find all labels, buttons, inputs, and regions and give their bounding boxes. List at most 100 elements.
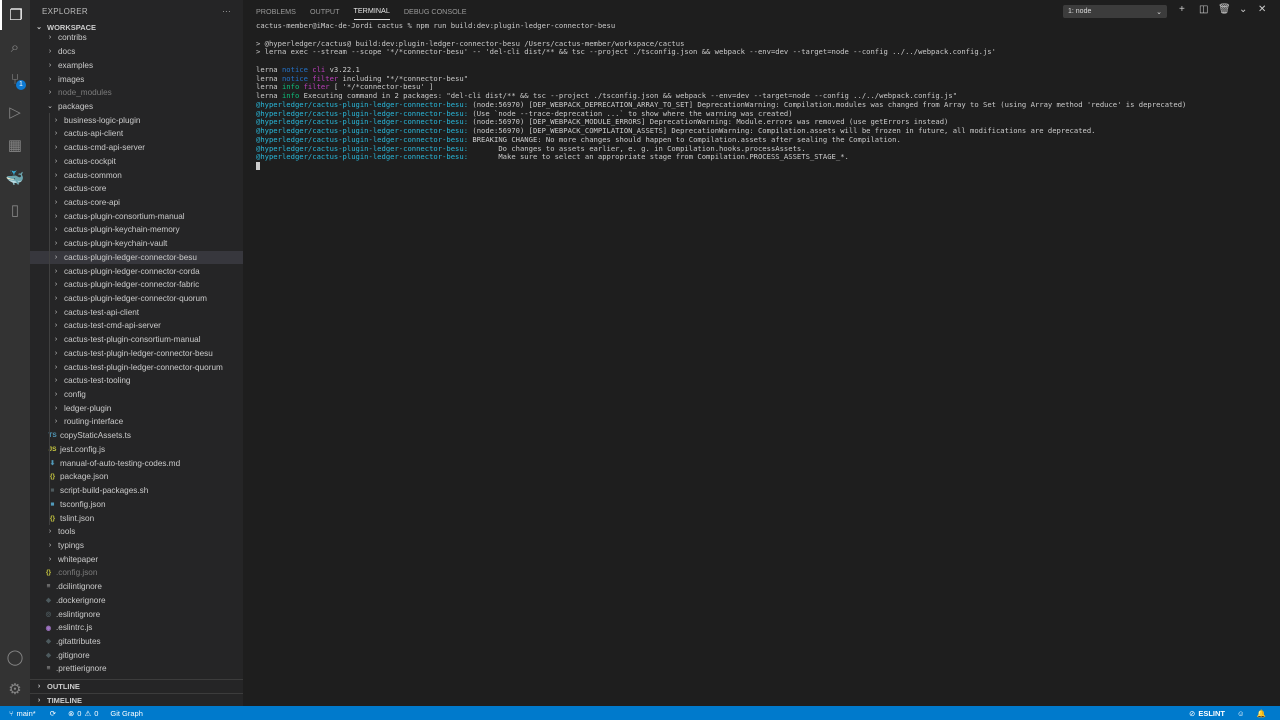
file-item[interactable]: ◆ .gitattributes bbox=[30, 635, 243, 649]
file-item[interactable]: {} tslint.json bbox=[30, 511, 243, 525]
file-item[interactable]: ◉ .eslintrc.js bbox=[30, 621, 243, 635]
warning-icon: ⚠ bbox=[84, 708, 92, 718]
file-item[interactable]: ◎ .eslintignore bbox=[30, 607, 243, 621]
folder-item[interactable]: › cactus-plugin-ledger-connector-corda bbox=[30, 264, 243, 278]
file-item[interactable]: ⬇ manual-of-auto-testing-codes.md bbox=[30, 456, 243, 470]
gear-icon[interactable]: ⚙ bbox=[0, 674, 30, 704]
file-item[interactable]: {} package.json bbox=[30, 470, 243, 484]
item-label: cactus-api-client bbox=[64, 129, 124, 139]
split-terminal-icon[interactable]: ◫ bbox=[1199, 4, 1208, 15]
item-label: cactus-common bbox=[64, 170, 122, 180]
folder-item[interactable]: › cactus-test-tooling bbox=[30, 373, 243, 388]
folder-item[interactable]: › cactus-plugin-ledger-connector-besu bbox=[30, 250, 243, 265]
tab-debug-console[interactable]: DEBUG CONSOLE bbox=[404, 3, 467, 20]
folder-item[interactable]: › cactus-common bbox=[30, 168, 243, 182]
folder-item[interactable]: › cactus-test-plugin-ledger-connector-quo… bbox=[30, 360, 243, 374]
chevron-right-icon: › bbox=[54, 130, 58, 138]
folder-item[interactable]: › cactus-plugin-ledger-connector-quorum bbox=[30, 291, 243, 306]
chevron-right-icon: › bbox=[54, 171, 58, 179]
chevron-right-icon: › bbox=[54, 281, 58, 289]
bell-icon[interactable]: 🔔 bbox=[1257, 709, 1266, 718]
account-icon[interactable]: ◯ bbox=[0, 642, 30, 672]
chevron-down-icon: ⌄ bbox=[47, 103, 53, 111]
close-icon[interactable]: ✕ bbox=[1258, 4, 1266, 15]
chevron-right-icon: › bbox=[48, 75, 52, 83]
file-item[interactable]: ≡ .dcilintignore bbox=[30, 580, 243, 594]
file-item[interactable]: TS copyStaticAssets.ts bbox=[30, 428, 243, 443]
folder-item[interactable]: › config bbox=[30, 387, 243, 402]
problems-indicator[interactable]: ⊗ 0 ⚠ 0 bbox=[68, 709, 98, 718]
run-debug-icon[interactable]: ▷ bbox=[0, 97, 30, 127]
chevron-down-icon[interactable]: ⌄ bbox=[1239, 4, 1247, 15]
trash-icon[interactable]: 🗑 bbox=[1218, 4, 1231, 15]
sync-icon[interactable]: ⟳ bbox=[50, 709, 56, 718]
folder-item[interactable]: › business-logic-plugin bbox=[30, 113, 243, 128]
item-label: cactus-plugin-ledger-connector-quorum bbox=[64, 294, 207, 304]
folder-item[interactable]: › typings bbox=[30, 539, 243, 553]
file-item[interactable]: {} .config.json bbox=[30, 566, 243, 580]
folder-item[interactable]: › cactus-plugin-keychain-memory bbox=[30, 223, 243, 237]
tab-output[interactable]: OUTPUT bbox=[310, 3, 340, 20]
file-item[interactable]: JS jest.config.js bbox=[30, 442, 243, 457]
timeline-section[interactable]: › TIMELINE bbox=[30, 693, 243, 706]
file-type-icon: ◆ bbox=[46, 597, 51, 605]
folder-item[interactable]: › examples bbox=[30, 58, 243, 72]
folder-item[interactable]: › cactus-api-client bbox=[30, 127, 243, 141]
feedback-icon[interactable]: ☺ bbox=[1237, 709, 1245, 718]
chevron-right-icon: › bbox=[54, 226, 58, 234]
folder-item[interactable]: › tools bbox=[30, 525, 243, 539]
terminal-text: filter bbox=[307, 73, 339, 83]
folder-item[interactable]: › cactus-test-plugin-consortium-manual bbox=[30, 332, 243, 347]
extensions-icon[interactable]: ▦ bbox=[0, 130, 30, 160]
tab-terminal[interactable]: TERMINAL bbox=[353, 2, 390, 20]
folder-item[interactable]: › cactus-plugin-consortium-manual bbox=[30, 209, 243, 224]
folder-item[interactable]: › cactus-core-api bbox=[30, 195, 243, 210]
chevron-right-icon: › bbox=[48, 34, 52, 42]
new-terminal-icon[interactable]: + bbox=[1179, 4, 1185, 15]
git-graph-button[interactable]: Git Graph bbox=[110, 709, 143, 718]
indent-guide bbox=[49, 277, 50, 292]
file-item[interactable]: ◆ .dockerignore bbox=[30, 593, 243, 607]
folder-item[interactable]: › cactus-core bbox=[30, 181, 243, 196]
eslint-status[interactable]: ⊘ ESLINT bbox=[1189, 709, 1225, 718]
folder-item[interactable]: › cactus-cmd-api-server bbox=[30, 140, 243, 155]
terminal-prompt-line bbox=[256, 162, 1186, 173]
eslint-icon: ⊘ bbox=[1189, 708, 1196, 718]
folder-item[interactable]: › routing-interface bbox=[30, 415, 243, 429]
item-label: tools bbox=[58, 527, 76, 537]
tab-problems[interactable]: PROBLEMS bbox=[256, 3, 296, 20]
terminal-output[interactable]: cactus-member@iMac-de-Jordi cactus % npm… bbox=[256, 21, 1186, 173]
folder-item[interactable]: › cactus-test-api-client bbox=[30, 305, 243, 320]
terminal-select[interactable]: 1: node ⌄ bbox=[1063, 5, 1167, 18]
item-label: manual-of-auto-testing-codes.md bbox=[60, 458, 181, 468]
folder-item[interactable]: › whitepaper bbox=[30, 552, 243, 566]
docker-icon[interactable]: 🐳 bbox=[0, 163, 30, 193]
indent-guide bbox=[49, 387, 50, 402]
folder-item[interactable]: › cactus-cockpit bbox=[30, 154, 243, 169]
indent-guide bbox=[49, 236, 50, 251]
search-icon[interactable]: ⌕ bbox=[0, 32, 30, 62]
folder-item[interactable]: › ledger-plugin bbox=[30, 401, 243, 416]
folder-item[interactable]: › cactus-test-cmd-api-server bbox=[30, 319, 243, 333]
folder-item[interactable]: › cactus-test-plugin-ledger-connector-bes… bbox=[30, 346, 243, 361]
folder-item[interactable]: › images bbox=[30, 72, 243, 86]
source-control-icon[interactable]: ⑂ 1 bbox=[0, 64, 30, 94]
file-item[interactable]: ■ script-build-packages.sh bbox=[30, 483, 243, 498]
folder-item[interactable]: › node_modules bbox=[30, 86, 243, 100]
more-actions-button[interactable]: ··· bbox=[222, 7, 231, 16]
outline-section[interactable]: › OUTLINE bbox=[30, 679, 243, 692]
folder-item[interactable]: › cactus-plugin-keychain-vault bbox=[30, 236, 243, 251]
bookmark-icon[interactable]: ▯ bbox=[0, 195, 30, 225]
file-item[interactable]: ≡ .prettierignore bbox=[30, 662, 243, 676]
file-item[interactable]: ■ tsconfig.json bbox=[30, 497, 243, 512]
chevron-right-icon: › bbox=[54, 212, 58, 220]
file-item[interactable]: ◆ .gitignore bbox=[30, 648, 243, 662]
folder-item[interactable]: ⌄ packages bbox=[30, 100, 243, 114]
terminal-cursor bbox=[256, 162, 260, 170]
folder-item[interactable]: › contribs bbox=[30, 31, 243, 45]
folder-item[interactable]: › cactus-plugin-ledger-connector-fabric bbox=[30, 277, 243, 292]
item-label: script-build-packages.sh bbox=[60, 486, 149, 496]
explorer-icon[interactable]: ❐ bbox=[0, 0, 30, 30]
branch-indicator[interactable]: ⑂ main* bbox=[9, 709, 36, 718]
folder-item[interactable]: › docs bbox=[30, 45, 243, 59]
